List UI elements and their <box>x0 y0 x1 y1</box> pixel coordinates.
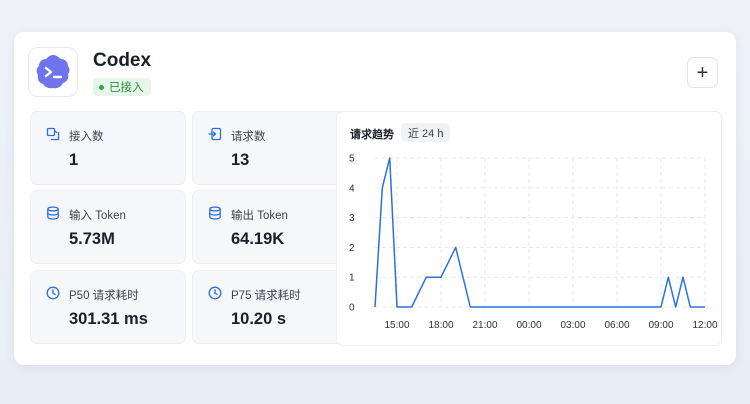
y-tick-label: 5 <box>349 154 355 165</box>
stat-value: 301.31 ms <box>69 310 148 328</box>
stat-card-connections: 接入数 1 <box>30 111 186 185</box>
stat-value: 13 <box>231 151 250 169</box>
x-tick-label: 21:00 <box>472 320 497 331</box>
database-icon <box>209 206 221 220</box>
x-tick-label: 06:00 <box>604 320 629 331</box>
stat-label: P75 请求耗时 <box>231 290 301 302</box>
link-icon <box>46 127 60 141</box>
page-title: Codex <box>93 50 152 71</box>
y-tick-label: 3 <box>349 213 355 224</box>
stat-card-input-tokens: 输入 Token 5.73M <box>30 190 186 264</box>
request-trend-chart: 0 1 2 3 4 5 15:00 18:00 21:00 00:00 03:00 06:00 09:0… <box>336 111 722 346</box>
chart-canvas: 0 1 2 3 4 5 15:00 18:00 21:00 00:00 03:00 06:00 09:0… <box>349 154 718 332</box>
terminal-cloud-icon <box>36 55 70 89</box>
stat-label: 接入数 <box>69 131 104 143</box>
stat-card-output-tokens: 输出 Token 64.19K <box>192 190 348 264</box>
time-range-chip[interactable]: 近 24 h <box>401 123 451 142</box>
x-tick-label: 09:00 <box>648 320 673 331</box>
status-label: 已接入 <box>109 82 144 94</box>
y-tick-label: 1 <box>349 273 355 284</box>
x-tick-label: 15:00 <box>384 320 409 331</box>
y-tick-label: 4 <box>349 183 355 194</box>
clock-icon <box>208 286 222 300</box>
stat-value: 5.73M <box>69 230 115 248</box>
add-button[interactable]: + <box>687 57 718 88</box>
status-badge: 已接入 <box>93 78 151 96</box>
stat-value: 64.19K <box>231 230 285 248</box>
y-tick-label: 0 <box>349 303 355 314</box>
stat-label: 输出 Token <box>231 210 288 222</box>
x-tick-label: 03:00 <box>560 320 585 331</box>
stat-card-p50-latency: P50 请求耗时 301.31 ms <box>30 270 186 344</box>
stat-label: 输入 Token <box>69 210 126 222</box>
series-line <box>374 157 705 308</box>
x-tick-label: 12:00 <box>692 320 717 331</box>
y-tick-label: 2 <box>349 243 355 254</box>
status-dot-icon <box>99 84 104 90</box>
stat-value: 10.20 s <box>231 310 287 328</box>
chart-title: 请求趋势 <box>350 129 394 141</box>
request-icon <box>208 127 222 141</box>
x-tick-label: 18:00 <box>428 320 453 331</box>
stat-card-requests: 请求数 13 <box>192 111 348 185</box>
x-tick-label: 00:00 <box>516 320 541 331</box>
stat-value: 1 <box>69 151 79 169</box>
clock-icon <box>46 286 60 300</box>
codex-logo <box>28 47 78 97</box>
stat-label: 请求数 <box>231 131 266 143</box>
integration-card: Codex 已接入 + 接入数 1 请求数 13 输入 Token 5.73M <box>14 32 736 365</box>
database-icon <box>47 206 59 220</box>
stat-card-p75-latency: P75 请求耗时 10.20 s <box>192 270 348 344</box>
stat-label: P50 请求耗时 <box>69 290 139 302</box>
